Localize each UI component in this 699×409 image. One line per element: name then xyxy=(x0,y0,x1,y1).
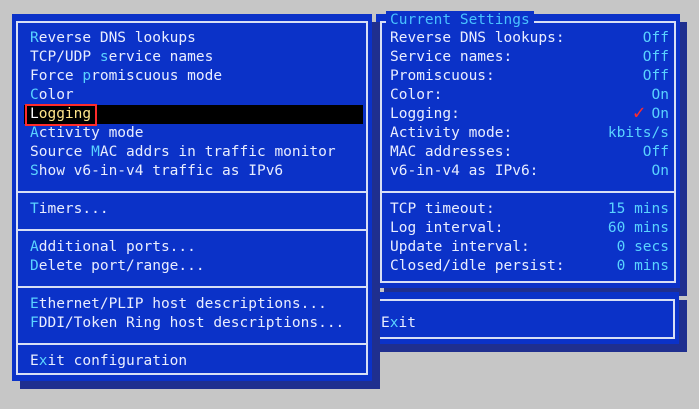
menu-hotkey: D xyxy=(30,258,39,274)
menu-item-label: romiscuous mode xyxy=(91,68,223,84)
setting-label: Service names: xyxy=(390,49,513,65)
exit-label: it xyxy=(398,315,416,331)
menu-item-timers[interactable]: Timers... xyxy=(30,200,109,219)
menu-item-label: DDI/Token Ring host descriptions... xyxy=(38,315,345,331)
timer-label: TCP timeout: xyxy=(390,201,495,217)
setting-label: Reverse DNS lookups: xyxy=(390,30,565,46)
menu-separator xyxy=(16,343,368,345)
timer-value: 15 mins xyxy=(607,201,669,217)
menu-hotkey: S xyxy=(30,163,39,179)
menu-hotkey: C xyxy=(30,87,39,103)
menu-item-label: everse DNS lookups xyxy=(38,30,196,46)
menu-item-label: elete port/range... xyxy=(38,258,205,274)
timer-label: Log interval: xyxy=(390,220,504,236)
timer-value: 60 mins xyxy=(607,220,669,236)
menu-item-label: Force xyxy=(30,68,83,84)
menu-item-fddi-hosts[interactable]: FDDI/Token Ring host descriptions... xyxy=(30,314,344,333)
menu-item-reverse-dns[interactable]: Reverse DNS lookups xyxy=(30,29,196,48)
menu-hotkey: M xyxy=(91,144,100,160)
menu-item-exit-configuration[interactable]: Exit configuration xyxy=(30,352,187,371)
setting-label: Activity mode: xyxy=(390,125,513,141)
menu-hotkey: s xyxy=(99,49,109,65)
setting-label: v6-in-v4 as IPv6: xyxy=(390,163,539,179)
exit-label: E xyxy=(381,315,390,331)
menu-separator xyxy=(16,229,368,231)
menu-hotkey: A xyxy=(30,125,39,141)
menu-hotkey: R xyxy=(30,30,39,46)
menu-hotkey: F xyxy=(30,315,39,331)
timer-label: Update interval: xyxy=(390,239,530,255)
menu-item-label: Source xyxy=(30,144,92,160)
menu-separator xyxy=(16,286,368,288)
menu-item-label: olor xyxy=(38,87,74,103)
setting-value: Off xyxy=(642,68,669,84)
menu-item-activity-mode[interactable]: Activity mode xyxy=(30,124,144,143)
menu-item-label: it configuration xyxy=(47,353,188,369)
menu-item-label: TCP/UDP xyxy=(30,49,100,65)
menu-item-label: how v6-in-v4 traffic as IPv6 xyxy=(38,163,284,179)
menu-item-additional-ports[interactable]: Additional ports... xyxy=(30,238,196,257)
menu-item-label: E xyxy=(30,353,39,369)
setting-label: Promiscuous: xyxy=(390,68,495,84)
menu-item-label: dditional ports... xyxy=(38,239,196,255)
menu-item-logging[interactable]: Logging xyxy=(30,105,91,124)
setting-label: MAC addresses: xyxy=(390,144,513,160)
menu-hotkey: T xyxy=(30,201,39,217)
menu-item-label: ervice names xyxy=(108,49,214,65)
menu-item-service-names[interactable]: TCP/UDP service names xyxy=(30,48,213,67)
menu-item-label: ogging xyxy=(38,106,92,122)
setting-value: Off xyxy=(642,30,669,46)
setting-value: On xyxy=(651,163,669,179)
exit-button[interactable]: Exit xyxy=(381,314,416,333)
menu-hotkey: L xyxy=(30,106,39,122)
menu-item-color[interactable]: Color xyxy=(30,86,74,105)
menu-item-label: thernet/PLIP host descriptions... xyxy=(38,296,327,312)
setting-value: On xyxy=(651,106,669,122)
timer-label: Closed/idle persist: xyxy=(390,258,565,274)
setting-value: kbits/s xyxy=(607,125,669,141)
setting-label: Logging: xyxy=(390,106,460,122)
menu-item-label: AC addrs in traffic monitor xyxy=(99,144,336,160)
menu-item-source-mac[interactable]: Source MAC addrs in traffic monitor xyxy=(30,143,336,162)
menu-item-v6-in-v4[interactable]: Show v6-in-v4 traffic as IPv6 xyxy=(30,162,283,181)
menu-hotkey: A xyxy=(30,239,39,255)
settings-separator xyxy=(380,191,676,193)
menu-separator xyxy=(16,191,368,193)
settings-title: Current Settings xyxy=(386,11,534,30)
setting-value: Off xyxy=(642,49,669,65)
menu-hotkey: E xyxy=(30,296,39,312)
menu-item-promiscuous[interactable]: Force promiscuous mode xyxy=(30,67,222,86)
setting-value: On xyxy=(651,87,669,103)
setting-label: Color: xyxy=(390,87,443,103)
menu-item-label: ctivity mode xyxy=(38,125,144,141)
menu-hotkey: p xyxy=(82,68,92,84)
menu-item-ethernet-hosts[interactable]: Ethernet/PLIP host descriptions... xyxy=(30,295,327,314)
menu-item-delete-port[interactable]: Delete port/range... xyxy=(30,257,205,276)
menu-item-label: imers... xyxy=(38,201,109,217)
setting-value: Off xyxy=(642,144,669,160)
timer-value: 0 secs xyxy=(616,239,669,255)
timer-value: 0 mins xyxy=(616,258,669,274)
